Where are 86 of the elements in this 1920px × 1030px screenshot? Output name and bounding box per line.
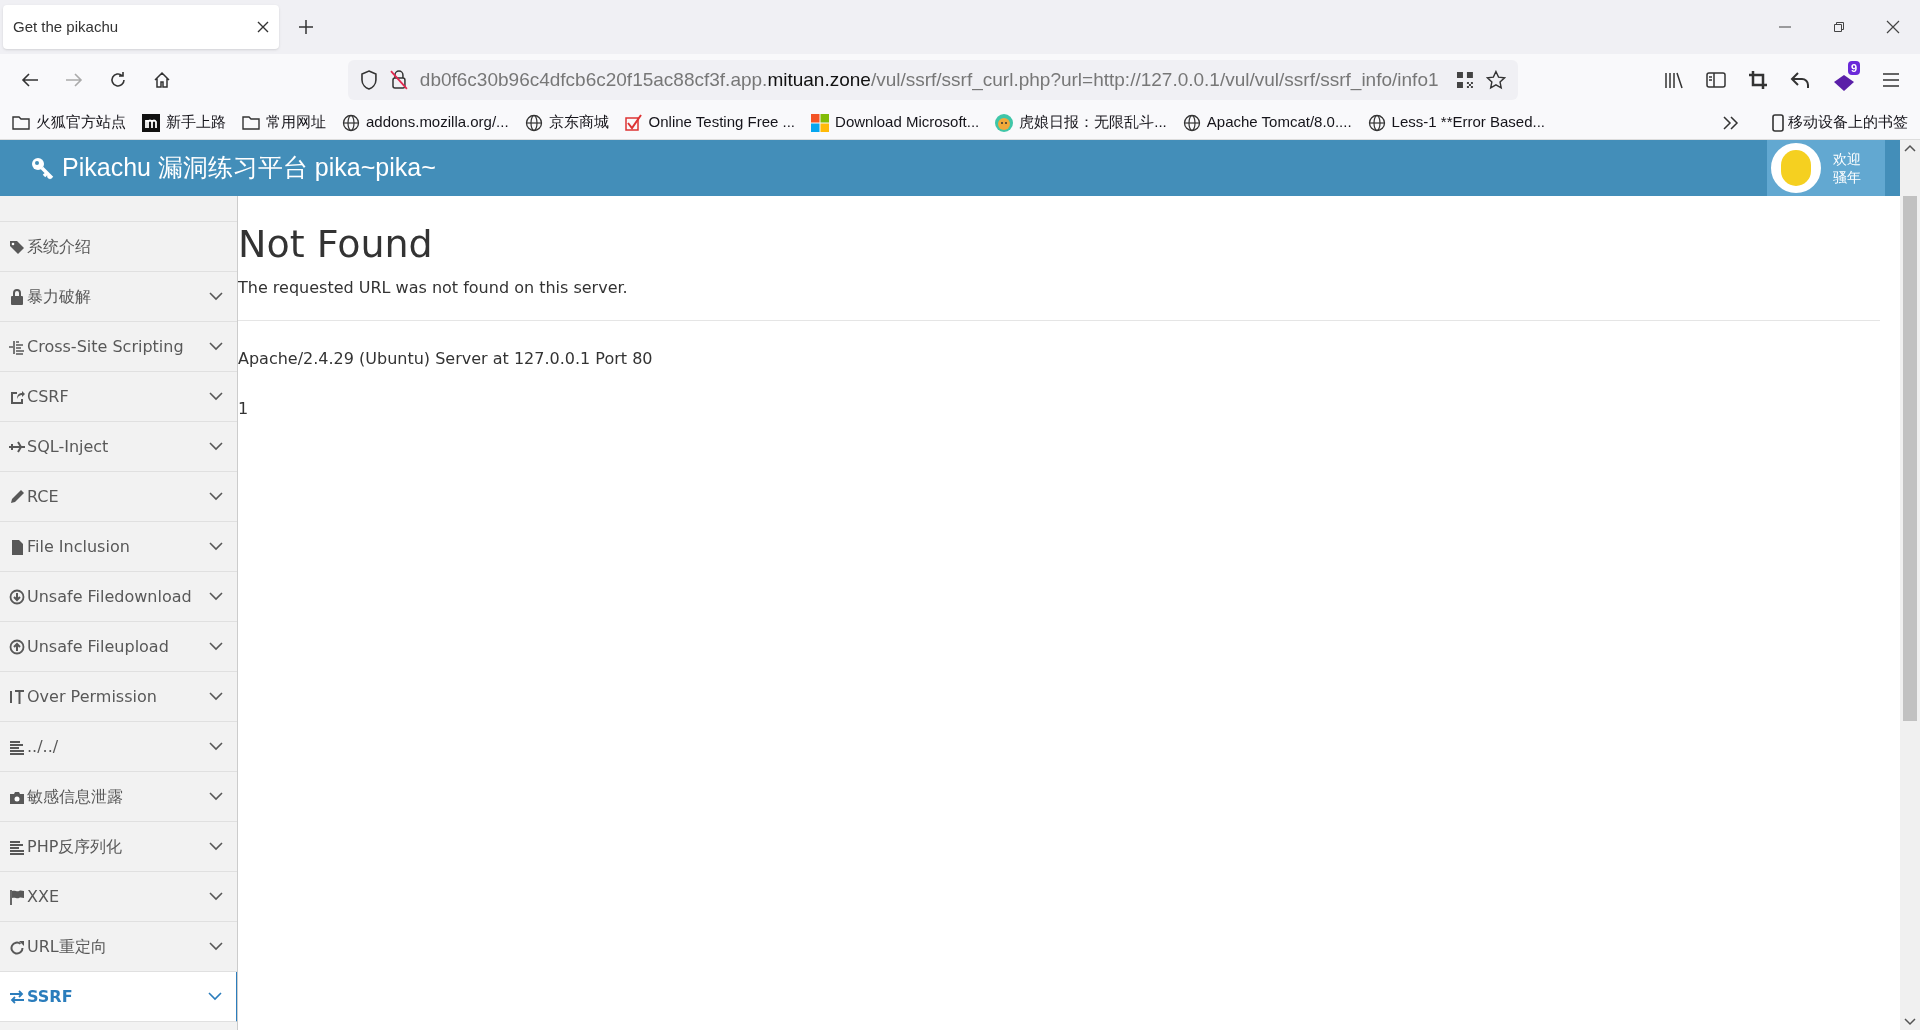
checkmark-icon (624, 113, 643, 132)
key-icon (30, 156, 54, 180)
globe-icon (1367, 113, 1386, 132)
sidebar-item[interactable]: RCE (0, 472, 237, 522)
sidebar-item[interactable]: XXE (0, 872, 237, 922)
sidebar-item[interactable]: SSRF (0, 972, 237, 1022)
forward-arrow-icon (65, 72, 83, 88)
close-icon (1886, 20, 1900, 34)
star-icon[interactable] (1486, 70, 1506, 90)
scroll-up-icon[interactable] (1904, 144, 1916, 152)
folder-icon (242, 115, 260, 130)
chevrons-right-icon[interactable] (1722, 115, 1740, 130)
globe-icon (1182, 113, 1201, 132)
sidebar-item[interactable]: 敏感信息泄露 (0, 772, 237, 822)
notification-badge: 9 (1847, 61, 1860, 75)
windows-logo-icon (811, 113, 830, 132)
sidebar-item[interactable]: File Inclusion (0, 522, 237, 572)
error-heading: Not Found (238, 222, 434, 266)
crop-icon[interactable] (1748, 70, 1768, 90)
sidebar-item[interactable]: Cross-Site Scripting (0, 322, 237, 372)
bookmark-link[interactable]: 常用网址 (242, 111, 326, 134)
sidebar-item[interactable]: Over Permission (0, 672, 237, 722)
library-icon[interactable] (1664, 71, 1684, 89)
tag-icon (9, 238, 25, 255)
bookmark-link[interactable]: 虎娘日报：无限乱斗... (995, 111, 1167, 134)
home-icon (153, 71, 171, 89)
error-message: The requested URL was not found on this server. (238, 277, 629, 299)
sidebar-item[interactable]: ../../ (0, 722, 237, 772)
scroll-down-icon[interactable] (1904, 1018, 1916, 1026)
shield-icon (360, 70, 378, 90)
undo-arrow-icon[interactable] (1790, 71, 1810, 89)
menu-icon[interactable] (1882, 73, 1900, 87)
bookmark-link[interactable]: Online Testing Free ... (624, 111, 796, 134)
plus-icon (298, 19, 314, 35)
bookmark-link[interactable]: Apache Tomcat/8.0.... (1182, 111, 1352, 134)
tiger-face-icon (995, 113, 1014, 132)
globe-icon (342, 113, 360, 132)
pencil-icon (9, 488, 25, 505)
bookmark-link[interactable]: Less-1 **Error Based... (1367, 111, 1545, 134)
address-bar[interactable]: db0f6c30b96c4dfcb6c20f15ac88cf3f.app.mituan.zone/vul/ssrf/ssrf_curl.php?url=http://127.0.0.1/vul/vul/ssrf/ssrf_info/info1 (348, 60, 1518, 100)
mobile-bookmarks-link[interactable]: 移动设备上的书签 (1772, 111, 1908, 134)
exchange-arrows-icon (9, 988, 25, 1005)
bookmark-link[interactable]: Download Microsoft... (811, 111, 980, 134)
lock-icon (9, 288, 25, 305)
browser-tab[interactable]: Get the pikachu (3, 5, 279, 49)
sidebar-item[interactable]: Unsafe Filedownload (0, 572, 237, 622)
text-height-icon (9, 688, 25, 705)
globe-icon (524, 113, 543, 132)
avatar (1771, 143, 1821, 193)
close-icon[interactable] (257, 21, 269, 33)
file-icon (9, 538, 25, 555)
bookmark-link[interactable]: 新手上路 (142, 111, 226, 134)
share-icon (9, 388, 25, 405)
sidebar-icon[interactable] (1706, 72, 1726, 88)
output-text: 1 (238, 398, 250, 420)
reload-icon (109, 71, 127, 89)
scrollbar-thumb[interactable] (1903, 196, 1917, 721)
sidebar-item[interactable]: 系统介绍 (0, 222, 237, 272)
server-signature: Apache/2.4.29 (Ubuntu) Server at 127.0.0.1 Port 80 (238, 348, 654, 370)
url-text: db0f6c30b96c4dfcb6c20f15ac88cf3f.app.mituan.zone/vul/ssrf/ssrf_curl.php?url=http://127.0.0.1/vul/vul/ssrf/ssrf_info/info1 (419, 67, 1440, 93)
indent-list-icon (9, 338, 25, 355)
sidebar-item[interactable]: CSRF (0, 372, 237, 422)
back-arrow-icon (21, 72, 39, 88)
phone-icon (1772, 113, 1784, 132)
username-text: 骚年 (1833, 168, 1861, 186)
refresh-icon (9, 938, 25, 955)
bookmark-link[interactable]: 火狐官方站点 (12, 111, 126, 134)
align-left-icon (9, 738, 25, 755)
insecure-lock-icon (389, 70, 408, 90)
folder-icon (12, 115, 30, 130)
minimize-icon (1779, 26, 1791, 28)
align-left-icon (9, 838, 25, 855)
welcome-text: 欢迎 (1833, 150, 1861, 168)
download-circle-icon (9, 588, 25, 605)
site-title: Pikachu 漏洞练习平台 pika~pika~ (62, 152, 436, 184)
letter-m-icon (142, 113, 160, 132)
bookmark-link[interactable]: 京东商城 (524, 111, 609, 134)
sidebar-item[interactable]: PHP反序列化 (0, 822, 237, 872)
flag-icon (9, 888, 25, 905)
sidebar-item[interactable]: Unsafe Fileupload (0, 622, 237, 672)
sidebar-item[interactable]: SQL-Inject (0, 422, 237, 472)
upload-circle-icon (9, 638, 25, 655)
qr-code-icon (1456, 71, 1475, 89)
sidebar-item[interactable]: 暴力破解 (0, 272, 237, 322)
restore-icon (1833, 21, 1845, 33)
bookmark-link[interactable]: addons.mozilla.org/... (342, 111, 509, 134)
